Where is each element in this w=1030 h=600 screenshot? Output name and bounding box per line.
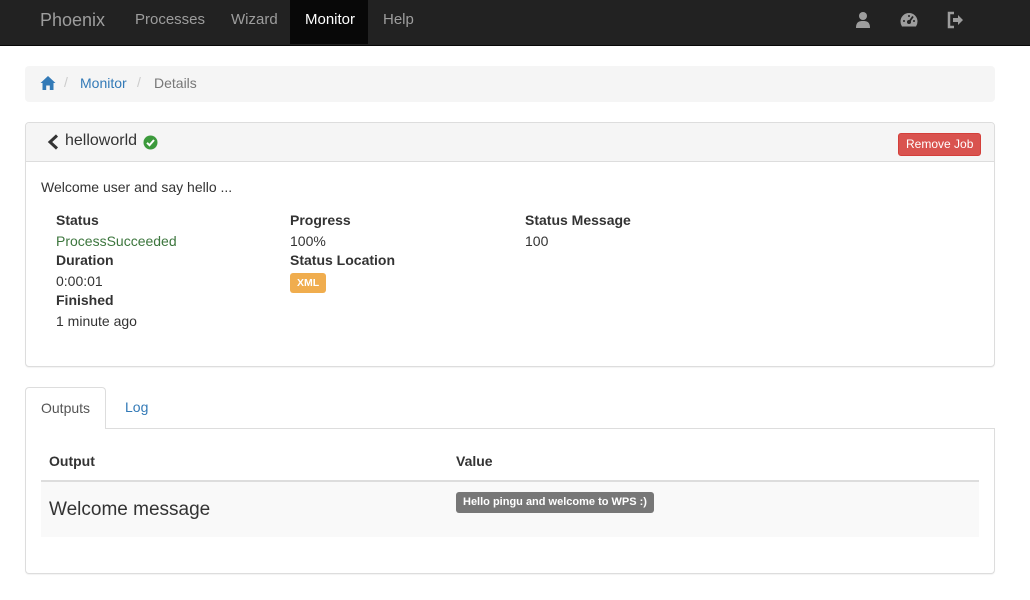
nav-item-processes[interactable]: Processes <box>120 0 220 44</box>
outputs-panel: Output Value Welcome message Hello pingu… <box>25 429 995 574</box>
duration-value: 0:00:01 <box>56 273 103 289</box>
status-location-label: Status Location <box>290 252 396 268</box>
dashboard-icon[interactable] <box>899 11 918 29</box>
breadcrumb: / Monitor / Details <box>25 66 995 102</box>
output-value-badge: Hello pingu and welcome to WPS :) <box>456 492 654 513</box>
nav-item-help[interactable]: Help <box>368 0 429 44</box>
home-icon[interactable] <box>40 75 56 91</box>
finished-label: Finished <box>56 292 114 308</box>
remove-job-button[interactable]: Remove Job <box>898 133 982 156</box>
top-navbar: Phoenix Processes Wizard Monitor Help <box>0 0 1030 46</box>
check-circle-icon <box>143 135 158 150</box>
breadcrumb-details: Details <box>154 75 197 91</box>
nav-item-wizard[interactable]: Wizard <box>216 0 293 44</box>
duration-label: Duration <box>56 252 114 268</box>
output-name: Welcome message <box>49 499 211 520</box>
job-panel: helloworld Remove Job Welcome user and s… <box>25 122 995 367</box>
brand-logo[interactable]: Phoenix <box>40 0 105 40</box>
user-icon[interactable] <box>855 11 873 29</box>
tabs-bar: Outputs Log <box>25 387 995 430</box>
chevron-left-icon[interactable] <box>46 134 60 150</box>
column-header-output: Output <box>49 453 95 469</box>
status-message-label: Status Message <box>525 212 631 228</box>
job-panel-heading: helloworld Remove Job <box>26 123 994 162</box>
tab-log[interactable]: Log <box>110 387 163 430</box>
breadcrumb-monitor[interactable]: Monitor <box>80 75 127 91</box>
job-title: helloworld <box>65 132 138 149</box>
progress-value: 100% <box>290 233 326 249</box>
tab-outputs[interactable]: Outputs <box>25 387 107 430</box>
logout-icon[interactable] <box>947 11 965 29</box>
status-value: ProcessSucceeded <box>56 233 177 249</box>
job-description: Welcome user and say hello ... <box>41 179 233 195</box>
breadcrumb-separator: / <box>137 74 141 90</box>
nav-item-monitor[interactable]: Monitor <box>290 0 368 44</box>
finished-value: 1 minute ago <box>56 313 137 329</box>
status-label: Status <box>56 212 99 228</box>
progress-label: Progress <box>290 212 351 228</box>
status-message-value: 100 <box>525 233 549 249</box>
table-row: Welcome message Hello pingu and welcome … <box>41 482 979 537</box>
column-header-value: Value <box>456 453 493 469</box>
xml-status-link[interactable]: XML <box>290 273 327 293</box>
breadcrumb-separator: / <box>64 74 68 90</box>
